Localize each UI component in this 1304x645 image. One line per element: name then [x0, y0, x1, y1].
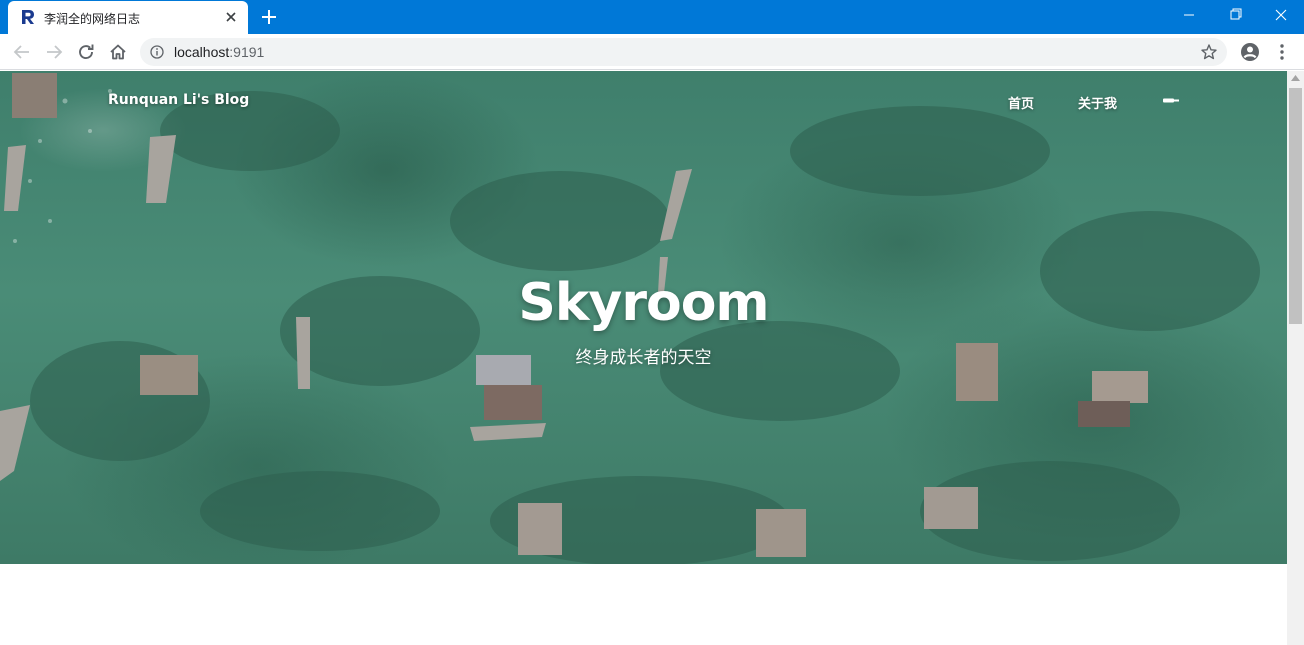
info-icon[interactable]	[150, 45, 164, 59]
nav-link-about[interactable]: 关于我	[1078, 93, 1117, 112]
close-icon[interactable]	[222, 8, 240, 26]
reload-icon[interactable]	[75, 41, 97, 63]
browser-titlebar: 李润全的网络日志	[0, 0, 1304, 34]
arrow-right-icon[interactable]	[43, 41, 65, 63]
minimize-icon[interactable]	[1166, 0, 1212, 30]
star-icon[interactable]	[1200, 43, 1218, 61]
site-brand-link[interactable]: Runquan Li's Blog	[108, 92, 249, 108]
account-icon[interactable]	[1240, 42, 1260, 62]
plus-icon[interactable]	[258, 6, 280, 28]
browser-toolbar: localhost:9191	[0, 34, 1304, 70]
restore-icon[interactable]	[1212, 0, 1258, 30]
window-close-icon[interactable]	[1258, 0, 1304, 30]
address-bar[interactable]: localhost:9191	[140, 38, 1227, 66]
url-port: :9191	[229, 44, 265, 60]
arrow-left-icon[interactable]	[11, 41, 33, 63]
site-navbar: Runquan Li's Blog 首页 关于我	[0, 71, 1287, 131]
scrollbar-thumb[interactable]	[1289, 88, 1302, 324]
r-logo-icon	[22, 10, 34, 24]
vertical-dots-icon[interactable]	[1274, 42, 1290, 62]
url-host: localhost	[174, 44, 230, 60]
scroll-up-arrow-icon[interactable]	[1291, 75, 1300, 81]
url-text: localhost:9191	[174, 44, 264, 60]
page-viewport: Runquan Li's Blog 首页 关于我 Skyroom 终身成长者的天…	[0, 71, 1287, 645]
browser-tab[interactable]: 李润全的网络日志	[8, 1, 248, 34]
tab-title: 李润全的网络日志	[44, 12, 141, 26]
nav-link-home[interactable]: 首页	[1008, 93, 1034, 112]
home-icon[interactable]	[107, 41, 129, 63]
hero-title: Skyroom	[518, 273, 769, 333]
hero-subtitle: 终身成长者的天空	[575, 348, 712, 367]
page-scrollbar[interactable]	[1287, 71, 1304, 645]
menu-toggle-icon[interactable]	[1163, 97, 1179, 105]
hero-section: Runquan Li's Blog 首页 关于我 Skyroom 终身成长者的天…	[0, 71, 1287, 564]
